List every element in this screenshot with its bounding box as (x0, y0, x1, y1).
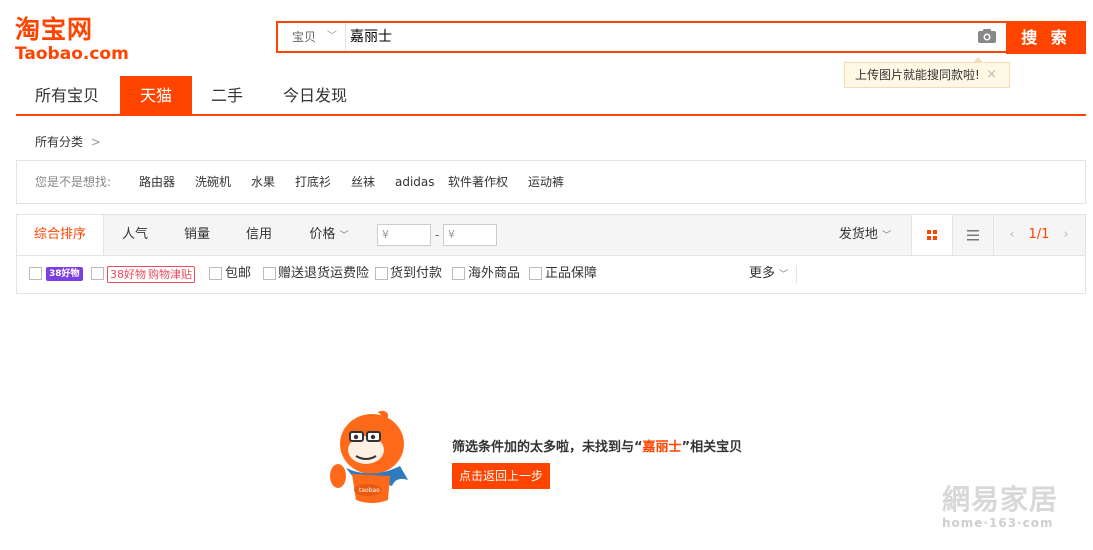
suggestion-keyword[interactable]: 路由器 (139, 161, 175, 203)
divider (796, 265, 797, 283)
tab-today-discover[interactable]: 今日发现 (272, 76, 358, 114)
empty-msg-keyword: 嘉丽士 (642, 440, 682, 455)
taobao-mascot-image: taobao (330, 410, 408, 503)
checkbox-return-insurance[interactable] (263, 267, 276, 280)
tab-secondhand[interactable]: 二手 (200, 76, 254, 114)
chevron-right-icon: > (90, 135, 101, 149)
price-min-input[interactable]: ¥ (377, 224, 431, 246)
sort-default[interactable]: 综合排序 (17, 215, 104, 255)
tab-tmall[interactable]: 天猫 (120, 76, 192, 114)
filter-free-shipping[interactable]: 包邮 (225, 255, 251, 293)
search-scope-select[interactable]: 宝贝 ﹀ (278, 23, 346, 51)
filter-row: 38好物 38好物 购物津贴 包邮 赠送退货运费险 货到付款 海外商品 正品保障 … (17, 255, 1085, 293)
sort-price[interactable]: 价格 ﹀ (301, 215, 357, 255)
watermark-en: home·163·com (942, 516, 1054, 530)
suggestion-label: 您是不是想找: (35, 175, 112, 189)
price-dash: - (435, 228, 440, 242)
checkbox-38-subsidy[interactable] (91, 267, 104, 280)
logo-cn: 淘宝网 (15, 15, 94, 44)
chevron-down-icon: ﹀ (327, 31, 337, 42)
breadcrumb[interactable]: 所有分类 > (35, 133, 101, 150)
suggestion-bar: 您是不是想找: 路由器 洗碗机 水果 打底衫 丝袜 adidas 软件著作权 运… (16, 160, 1086, 204)
camera-icon[interactable] (978, 29, 996, 43)
mascot-text: taobao (359, 487, 380, 494)
list-icon (967, 230, 979, 241)
search-scope-label: 宝贝 (292, 30, 317, 44)
tab-all-items[interactable]: 所有宝贝 (22, 76, 112, 114)
more-filters-label: 更多 (749, 266, 776, 281)
pager-text: 1/1 (1028, 227, 1050, 242)
sort-credit[interactable]: 信用 (235, 215, 283, 255)
tag-38-subsidy: 38好物 购物津贴 (107, 266, 195, 283)
search-box: 宝贝 ﹀ 嘉丽士 (276, 21, 1006, 53)
grid-icon (927, 230, 937, 240)
taobao-logo[interactable]: 淘宝网 Taobao.com (15, 15, 129, 65)
sort-sales[interactable]: 销量 (173, 215, 221, 255)
chevron-down-icon: ﹀ (339, 231, 349, 241)
watermark-cn: 網易家居 (942, 483, 1059, 516)
grid-view-button[interactable] (911, 215, 953, 255)
sort-price-label: 价格 (309, 227, 336, 242)
more-filters-button[interactable]: 更多 ﹀ (749, 255, 788, 294)
search-tabs: 所有宝贝 天猫 二手 今日发现 (16, 76, 1086, 116)
suggestion-keyword[interactable]: 水果 (251, 161, 275, 203)
suggestion-keyword[interactable]: 打底衫 (295, 161, 331, 203)
checkbox-overseas[interactable] (452, 267, 465, 280)
sort-filter-panel: 综合排序 人气 销量 信用 价格 ﹀ ¥ - ¥ 发货地 ﹀ ‹ 1/1 › 3… (16, 214, 1086, 294)
checkbox-38-goods[interactable] (29, 267, 42, 280)
tag-38-subsidy-b: 购物津贴 (148, 268, 192, 281)
tag-38-goods: 38好物 (46, 267, 83, 281)
filter-cod[interactable]: 货到付款 (390, 255, 442, 293)
tag-38-subsidy-a: 38好物 (110, 268, 146, 281)
empty-result-message: 筛选条件加的太多啦，未找到与“嘉丽士”相关宝贝 (452, 436, 742, 455)
suggestion-keyword[interactable]: 软件著作权 (448, 161, 508, 203)
back-step-button[interactable]: 点击返回上一步 (452, 463, 550, 489)
prev-page-icon[interactable]: ‹ (1005, 215, 1019, 255)
checkbox-cod[interactable] (375, 267, 388, 280)
pager: 1/1 (1025, 215, 1053, 255)
suggestion-keyword[interactable]: 洗碗机 (195, 161, 231, 203)
checkbox-free-shipping[interactable] (209, 267, 222, 280)
tip-arrow (973, 57, 983, 63)
search-input[interactable]: 嘉丽士 (350, 23, 392, 51)
empty-msg-post: ”相关宝贝 (681, 440, 743, 455)
suggestion-keyword[interactable]: 运动裤 (528, 161, 564, 203)
chevron-down-icon: ﹀ (779, 270, 789, 280)
search-button[interactable]: 搜 索 (1006, 21, 1086, 54)
location-label: 发货地 (838, 227, 878, 242)
breadcrumb-all-categories[interactable]: 所有分类 (35, 135, 83, 149)
sort-row: 综合排序 人气 销量 信用 价格 ﹀ ¥ - ¥ 发货地 ﹀ ‹ 1/1 › (17, 215, 1085, 256)
list-view-button[interactable] (953, 215, 994, 255)
chevron-down-icon: ﹀ (882, 231, 892, 241)
checkbox-authentic[interactable] (529, 267, 542, 280)
location-filter[interactable]: 发货地 ﹀ (833, 215, 897, 255)
filter-overseas[interactable]: 海外商品 (468, 255, 520, 293)
netease-home-watermark: 網易家居 home·163·com (942, 484, 1070, 534)
logo-en: Taobao.com (15, 44, 129, 64)
suggestion-keyword[interactable]: adidas (395, 161, 435, 203)
filter-return-insurance[interactable]: 赠送退货运费险 (278, 255, 369, 293)
suggestion-keyword[interactable]: 丝袜 (351, 161, 375, 203)
next-page-icon[interactable]: › (1059, 215, 1073, 255)
empty-msg-pre: 筛选条件加的太多啦，未找到与“ (452, 440, 643, 455)
sort-popularity[interactable]: 人气 (111, 215, 159, 255)
price-max-input[interactable]: ¥ (443, 224, 497, 246)
filter-authentic[interactable]: 正品保障 (545, 255, 597, 293)
